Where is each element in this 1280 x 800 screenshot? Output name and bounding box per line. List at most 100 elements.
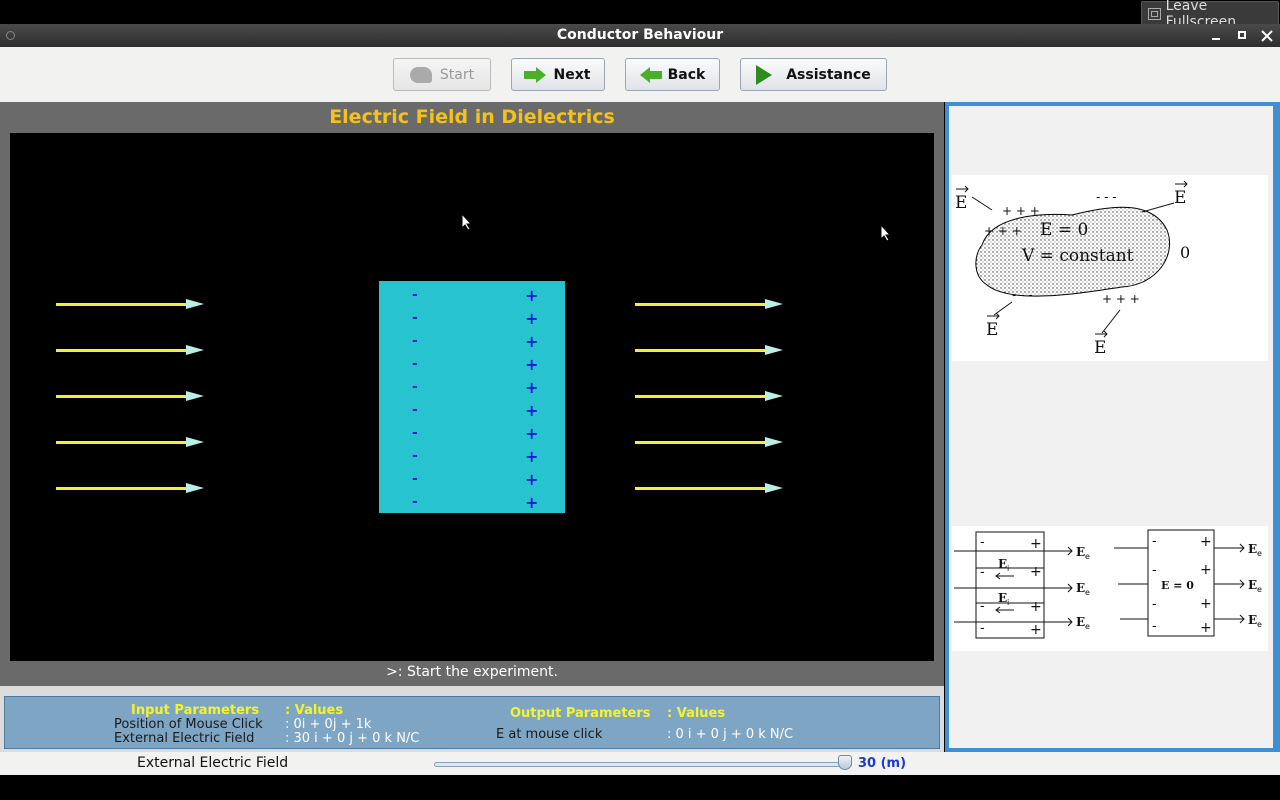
start-button[interactable]: Start (393, 58, 491, 91)
conductor-slab: - + - + - + - + - + - + - + - + - + - + (379, 281, 565, 513)
assistance-button-label: Assistance (786, 66, 871, 83)
field-line-left (56, 349, 186, 352)
svg-text:-: - (1152, 597, 1157, 612)
field-arrow-icon (765, 345, 783, 355)
svg-text:E: E (1248, 578, 1257, 592)
window-menu-icon[interactable] (6, 31, 15, 40)
svg-text:E = 0: E = 0 (1161, 579, 1194, 592)
field-line-right (635, 441, 765, 444)
svg-text:E: E (998, 557, 1007, 571)
svg-text:E: E (1076, 545, 1085, 559)
next-button[interactable]: Next (511, 58, 605, 91)
negative-charge: - (412, 471, 418, 487)
svg-text:E = 0: E = 0 (1040, 220, 1088, 240)
negative-charge: - (412, 494, 418, 510)
svg-text:E: E (986, 320, 998, 340)
positive-charge: + (525, 286, 539, 305)
hand-icon (409, 66, 432, 83)
svg-text:E: E (1248, 542, 1257, 556)
slab-field-figure: - + - + - + - + E i E i E e E e E e - + … (952, 526, 1268, 651)
back-button-label: Back (667, 66, 706, 83)
svg-text:-: - (980, 599, 985, 614)
svg-text:-: - (1152, 563, 1157, 578)
toolbar: Start Next Back Assistance (0, 47, 1280, 102)
svg-text:+ + +: + + + (1102, 292, 1140, 306)
maximize-button[interactable] (1234, 28, 1250, 43)
close-icon (1261, 30, 1273, 42)
field-arrow-icon (765, 483, 783, 493)
field-line-left (56, 441, 186, 444)
svg-text:E: E (1174, 188, 1186, 208)
svg-text:V = constant: V = constant (1021, 246, 1134, 266)
positive-charge: + (525, 493, 539, 512)
svg-text:e: e (1085, 588, 1090, 597)
theory-panel: E = 0 V = constant 0 E E E E + + + + + + (945, 102, 1280, 752)
assistance-button[interactable]: Assistance (740, 58, 887, 91)
window-title: Conductor Behaviour (556, 27, 724, 43)
negative-charge: - (412, 448, 418, 464)
start-button-label: Start (439, 66, 475, 83)
panel-divider (0, 686, 944, 693)
input-value: : 0i + 0j + 1k (285, 717, 372, 732)
negative-charge: - (412, 287, 418, 303)
input-parameters-header: Input Parameters (131, 703, 260, 718)
negative-charge: - (412, 356, 418, 372)
svg-text:+: + (1030, 536, 1042, 552)
field-line-left (56, 487, 186, 490)
svg-text:+ + +: + + + (984, 224, 1022, 238)
svg-text:+: + (1200, 596, 1212, 612)
svg-text:+: + (1200, 534, 1212, 550)
svg-text:+: + (1030, 599, 1042, 615)
svg-text:e: e (1085, 552, 1090, 561)
field-line-right (635, 487, 765, 490)
arrow-right-icon (523, 66, 546, 83)
svg-text:E: E (1076, 581, 1085, 595)
output-value: : 0 i + 0 j + 0 k N/C (667, 727, 794, 742)
slider-track[interactable] (434, 762, 852, 767)
svg-text:+: + (1200, 562, 1212, 578)
output-values-header: : Values (667, 706, 726, 721)
field-arrow-icon (765, 437, 783, 447)
minimize-button[interactable] (1208, 28, 1224, 43)
positive-charge: + (525, 470, 539, 489)
slider-value: 30 (m) (858, 756, 907, 771)
svg-text:-: - (980, 565, 985, 580)
svg-text:e: e (1257, 620, 1262, 629)
svg-text:i: i (1007, 564, 1009, 573)
positive-charge: + (525, 424, 539, 443)
positive-charge: + (525, 332, 539, 351)
input-label: External Electric Field (114, 731, 255, 746)
svg-text:- - -: - - - (1012, 288, 1033, 302)
svg-text:-: - (1152, 534, 1157, 549)
field-slider-bar: External Electric Field 30 (m) (0, 752, 1280, 775)
negative-charge: - (412, 310, 418, 326)
arrow-left-icon (639, 66, 662, 83)
svg-text:+: + (1030, 622, 1042, 638)
slider-thumb[interactable] (838, 755, 852, 770)
simulation-panel: Electric Field in Dielectrics - + - + - … (0, 102, 944, 686)
positive-charge: + (525, 401, 539, 420)
svg-text:E: E (1076, 615, 1085, 629)
negative-charge: - (412, 425, 418, 441)
svg-text:E: E (955, 193, 967, 213)
svg-text:E: E (1248, 613, 1257, 627)
positive-charge: + (525, 378, 539, 397)
input-label: Position of Mouse Click (114, 717, 263, 732)
svg-text:-: - (980, 621, 985, 636)
negative-charge: - (412, 379, 418, 395)
field-arrow-icon (186, 391, 204, 401)
leave-fullscreen-button[interactable]: Leave Fullscreen (1141, 0, 1279, 30)
positive-charge: + (525, 309, 539, 328)
status-message: >: Start the experiment. (386, 664, 558, 680)
field-arrow-icon (765, 391, 783, 401)
output-parameters-header: Output Parameters (510, 706, 651, 721)
back-button[interactable]: Back (625, 58, 720, 91)
svg-text:e: e (1257, 585, 1262, 594)
svg-text:- - -: - - - (1096, 190, 1117, 204)
field-line-right (635, 303, 765, 306)
window-titlebar: Conductor Behaviour (0, 24, 1280, 47)
close-button[interactable] (1259, 28, 1275, 43)
field-arrow-icon (186, 345, 204, 355)
svg-text:-: - (980, 535, 985, 550)
simulation-canvas[interactable]: - + - + - + - + - + - + - + - + - + - + (10, 133, 934, 661)
